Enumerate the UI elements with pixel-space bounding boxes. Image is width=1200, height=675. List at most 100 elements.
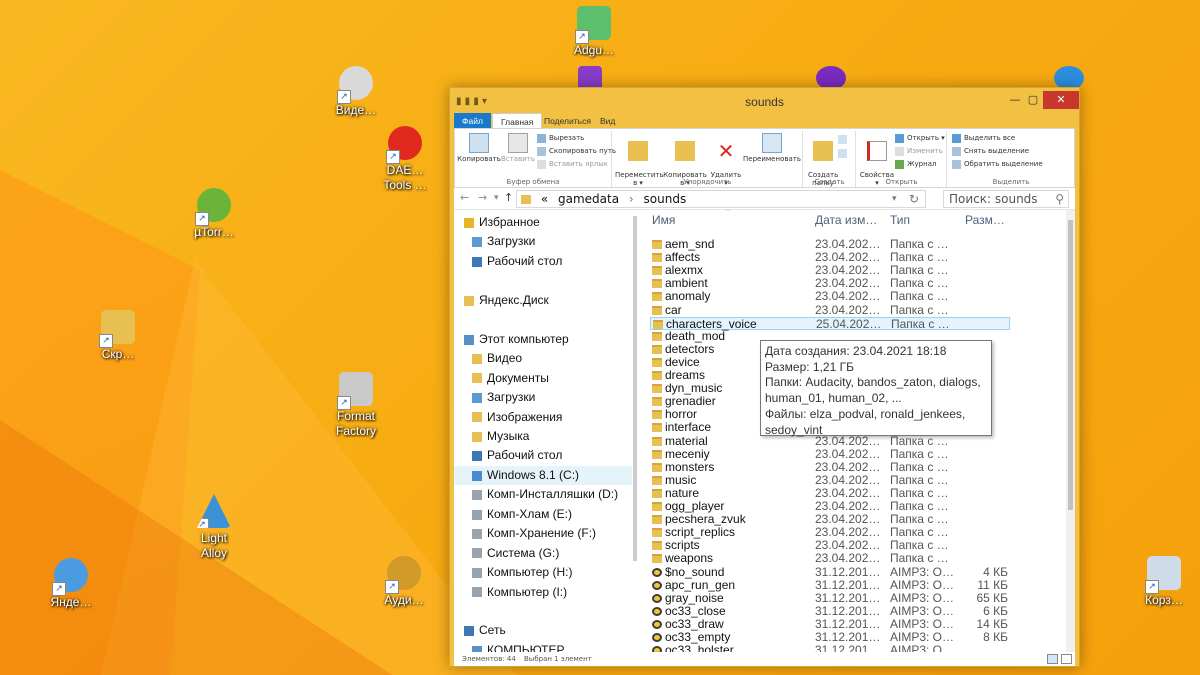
nav-item[interactable]: Компьютер (I:) xyxy=(454,583,634,602)
nav-item[interactable]: Комп-Хранение (F:) xyxy=(454,524,634,543)
file-row[interactable]: apc_run_gen 31.12.201… AIMP3: O… 11 КБ xyxy=(650,577,1010,592)
file-row[interactable]: oc33_close 31.12.201… AIMP3: O… 6 КБ xyxy=(650,604,1010,618)
easy-access-button[interactable] xyxy=(838,147,850,159)
nav-item[interactable]: Сеть xyxy=(454,621,634,640)
copy-button[interactable]: Копировать xyxy=(457,133,501,163)
desktop-icon-video[interactable]: Виде… xyxy=(318,66,394,118)
file-row[interactable]: oc33_draw 31.12.201… AIMP3: O… 14 КБ xyxy=(650,617,1010,631)
breadcrumb-gamedata[interactable]: gamedata xyxy=(558,192,619,206)
recent-dropdown[interactable]: ▾ xyxy=(494,193,499,203)
tab-view[interactable]: Вид xyxy=(592,113,623,129)
refresh-icon[interactable]: ↻ xyxy=(909,191,919,207)
nav-scrollbar[interactable] xyxy=(632,210,638,652)
column-header-name[interactable]: Имя xyxy=(652,213,675,227)
nav-item[interactable]: Комп-Инсталляшки (D:) xyxy=(454,485,634,504)
tab-home[interactable]: Главная xyxy=(492,113,543,129)
file-row[interactable]: ogg_player 23.04.202… Папка с … xyxy=(650,500,1010,513)
paste-button[interactable]: Вставить xyxy=(501,133,535,163)
explorer-window[interactable]: ▮ ▮ ▮ ▾ sounds — ▢ ✕ Файл Главная Подели… xyxy=(449,87,1080,667)
file-row[interactable]: weapons 23.04.202… Папка с … xyxy=(650,552,1010,565)
desktop-icon-format-factory[interactable]: Format Factory xyxy=(318,372,394,439)
column-header-date[interactable]: Дата изм… xyxy=(815,213,877,227)
back-button[interactable]: ← xyxy=(460,191,469,204)
folder-icon xyxy=(652,384,662,394)
nav-item-label: Видео xyxy=(487,351,523,366)
file-row[interactable]: $no_sound 31.12.201… AIMP3: O… 4 КБ xyxy=(650,565,1010,579)
file-row[interactable]: scripts 23.04.202… Папка с … xyxy=(650,539,1010,552)
file-row[interactable]: affects 23.04.202… Папка с … xyxy=(650,251,1010,264)
scroll-thumb[interactable] xyxy=(1068,220,1073,510)
file-type: AIMP3: O… xyxy=(890,577,955,592)
nav-item[interactable]: Изображения xyxy=(454,408,634,427)
chevron-down-icon[interactable]: ▾ xyxy=(892,191,897,207)
open-button[interactable]: Открыть ▾ xyxy=(895,132,945,144)
invert-selection-button[interactable]: Обратить выделение xyxy=(952,158,1043,170)
details-view-button[interactable] xyxy=(1047,654,1058,664)
file-row[interactable]: monsters 23.04.202… Папка с … xyxy=(650,460,1010,474)
easy-access-icon xyxy=(838,148,847,158)
tab-file[interactable]: Файл xyxy=(454,113,491,129)
nav-item[interactable]: Система (G:) xyxy=(454,544,634,563)
edit-button[interactable]: Изменить xyxy=(895,145,943,157)
breadcrumb-root[interactable]: « xyxy=(541,192,548,206)
desktop-icon-adguard[interactable]: Adgu… xyxy=(556,6,632,58)
paste-shortcut-button[interactable]: Вставить ярлык xyxy=(537,158,608,170)
file-row[interactable]: script_replics 23.04.202… Папка с … xyxy=(650,526,1010,539)
file-row[interactable]: characters_voice 25.04.202… Папка с … xyxy=(650,316,1010,330)
forward-button[interactable]: → xyxy=(478,191,487,204)
nav-item[interactable]: Загрузки xyxy=(454,232,634,251)
nav-item[interactable]: Избранное xyxy=(454,213,634,232)
column-header-type[interactable]: Тип xyxy=(890,213,910,227)
nav-item[interactable]: Яндекс.Диск xyxy=(454,291,634,310)
nav-item[interactable]: Рабочий стол xyxy=(454,252,634,271)
tab-share[interactable]: Поделиться xyxy=(536,113,599,129)
column-header-size[interactable]: Разм… xyxy=(965,213,1005,227)
desktop-icon-audio[interactable]: Ауди… xyxy=(366,556,442,608)
nav-item[interactable]: Windows 8.1 (C:) xyxy=(454,465,634,485)
file-row[interactable]: anomaly 23.04.202… Папка с … xyxy=(650,290,1010,303)
file-row[interactable]: music 23.04.202… Папка с … xyxy=(650,473,1010,487)
close-button[interactable]: ✕ xyxy=(1043,91,1079,109)
nav-item[interactable]: Этот компьютер xyxy=(454,330,634,349)
file-row[interactable]: pecshera_zvuk 23.04.202… Папка с … xyxy=(650,513,1010,526)
file-row[interactable]: gray_noise 31.12.201… AIMP3: O… 65 КБ xyxy=(650,591,1010,605)
desktop-icon-yandex-disk[interactable]: Янде… xyxy=(33,558,109,610)
ribbon-group-new: Создать папку Создать xyxy=(804,131,856,187)
desktop-icon-light-alloy[interactable]: Light Alloy xyxy=(176,494,252,561)
new-item-button[interactable] xyxy=(838,133,850,145)
desktop-icon-utorrent[interactable]: µTorr… xyxy=(176,188,252,240)
file-row[interactable]: meceniy 23.04.202… Папка с … xyxy=(650,447,1010,461)
nav-item[interactable]: Музыка xyxy=(454,427,634,446)
nav-item[interactable]: Компьютер (H:) xyxy=(454,563,634,582)
vertical-scrollbar[interactable] xyxy=(1066,210,1075,652)
nav-item[interactable]: Документы xyxy=(454,369,634,388)
large-icons-view-button[interactable] xyxy=(1061,654,1072,664)
nav-scroll-thumb[interactable] xyxy=(633,216,637,561)
desktop-icon-daemon-tools[interactable]: DAE… Tools … xyxy=(367,126,443,193)
file-row[interactable]: oc33_empty 31.12.201… AIMP3: O… 8 КБ xyxy=(650,631,1010,644)
desktop-icon-recycle-bin[interactable]: Корз… xyxy=(1126,556,1200,608)
file-row[interactable]: oc33_holster 31.12.201… AIMP3: O… xyxy=(650,644,1010,652)
desktop-icon-folder[interactable]: Скр… xyxy=(80,310,156,362)
cut-button[interactable]: Вырезать xyxy=(537,132,584,144)
rename-button[interactable]: Переименовать xyxy=(743,133,801,163)
select-all-button[interactable]: Выделить все xyxy=(952,132,1015,144)
file-row[interactable]: alexmx 23.04.202… Папка с … xyxy=(650,264,1010,277)
nav-item[interactable]: Комп-Хлам (E:) xyxy=(454,505,634,524)
breadcrumb-sounds[interactable]: sounds xyxy=(644,192,687,206)
up-button[interactable]: ↑ xyxy=(504,191,513,204)
nav-item[interactable]: Загрузки xyxy=(454,388,634,407)
history-button[interactable]: Журнал xyxy=(895,158,936,170)
address-bar[interactable]: « gamedata › sounds ▾ ↻ xyxy=(516,190,926,208)
file-row[interactable]: ambient 23.04.202… Папка с … xyxy=(650,277,1010,290)
file-name: pecshera_zvuk xyxy=(665,512,746,527)
file-row[interactable]: nature 23.04.202… Папка с … xyxy=(650,486,1010,500)
search-input[interactable]: Поиск: sounds ⚲ xyxy=(943,190,1069,208)
copy-path-button[interactable]: Скопировать путь xyxy=(537,145,616,157)
nav-item[interactable]: Рабочий стол xyxy=(454,446,634,465)
file-row[interactable]: aem_snd 23.04.202… Папка с … xyxy=(650,238,1010,251)
nav-item[interactable]: КОМПЬЮТЕР xyxy=(454,641,634,652)
nav-item[interactable]: Видео xyxy=(454,349,634,368)
file-row[interactable]: car 23.04.202… Папка с … xyxy=(650,303,1010,317)
select-none-button[interactable]: Снять выделение xyxy=(952,145,1029,157)
